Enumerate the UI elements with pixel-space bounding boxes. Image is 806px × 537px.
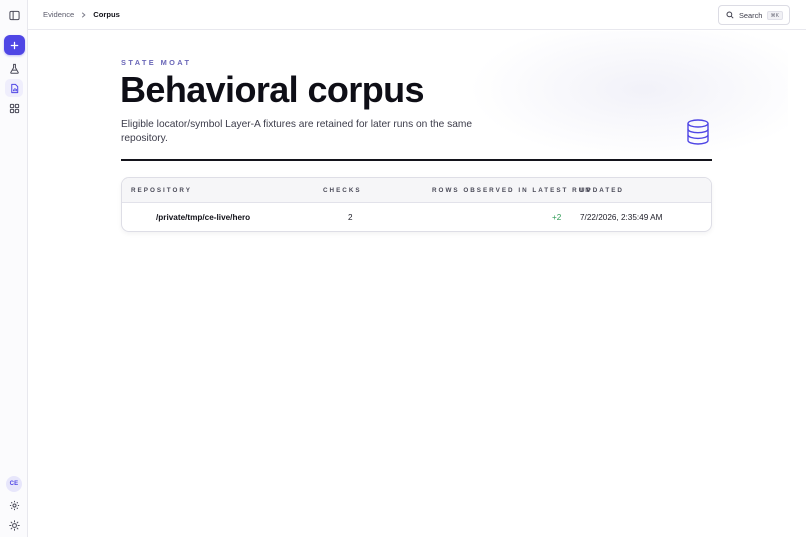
- cell-repository[interactable]: /private/tmp/ce-live/hero: [156, 213, 250, 222]
- page-description: Eligible locator/symbol Layer-A fixtures…: [121, 119, 473, 144]
- breadcrumb-evidence[interactable]: Evidence: [43, 10, 74, 19]
- cell-updated: 7/22/2026, 2:35:49 AM: [580, 213, 663, 222]
- main-content: STATE MOAT Behavioral corpus Eligible lo…: [28, 31, 806, 537]
- sidebar-toggle-icon[interactable]: [5, 6, 23, 24]
- file-chart-icon[interactable]: [5, 79, 23, 97]
- column-header-checks[interactable]: CHECKS: [323, 187, 362, 194]
- top-bar: Evidence Corpus Search ⌘K: [28, 0, 806, 30]
- cell-rows-observed: +2: [552, 213, 562, 222]
- search-button[interactable]: Search ⌘K: [718, 5, 790, 25]
- gear-icon[interactable]: [5, 496, 23, 514]
- page-eyebrow: STATE MOAT: [121, 58, 192, 67]
- background-glow: [468, 31, 788, 161]
- new-button[interactable]: [4, 35, 25, 55]
- chevron-right-icon: [81, 11, 86, 18]
- avatar[interactable]: CE: [6, 476, 22, 492]
- flask-icon[interactable]: [5, 59, 23, 77]
- column-header-rows-observed[interactable]: ROWS OBSERVED IN LATEST RUN: [432, 187, 592, 194]
- cell-checks: 2: [348, 213, 353, 222]
- database-icon: [687, 119, 709, 145]
- left-rail: CE: [0, 0, 28, 537]
- column-header-repository[interactable]: REPOSITORY: [131, 187, 192, 194]
- title-divider: [121, 159, 712, 161]
- search-label: Search: [739, 10, 763, 20]
- search-shortcut: ⌘K: [766, 11, 783, 20]
- breadcrumb-current: Corpus: [93, 10, 120, 19]
- table-header: REPOSITORY CHECKS ROWS OBSERVED IN LATES…: [122, 178, 711, 203]
- sun-icon[interactable]: [5, 516, 23, 534]
- column-header-updated[interactable]: UPDATED: [580, 187, 624, 194]
- plus-icon: [10, 41, 19, 49]
- corpus-table: REPOSITORY CHECKS ROWS OBSERVED IN LATES…: [121, 177, 712, 232]
- grid-icon[interactable]: [5, 99, 23, 117]
- breadcrumb: Evidence Corpus: [43, 10, 120, 19]
- page-title: Behavioral corpus: [120, 69, 425, 110]
- search-icon: [726, 11, 734, 19]
